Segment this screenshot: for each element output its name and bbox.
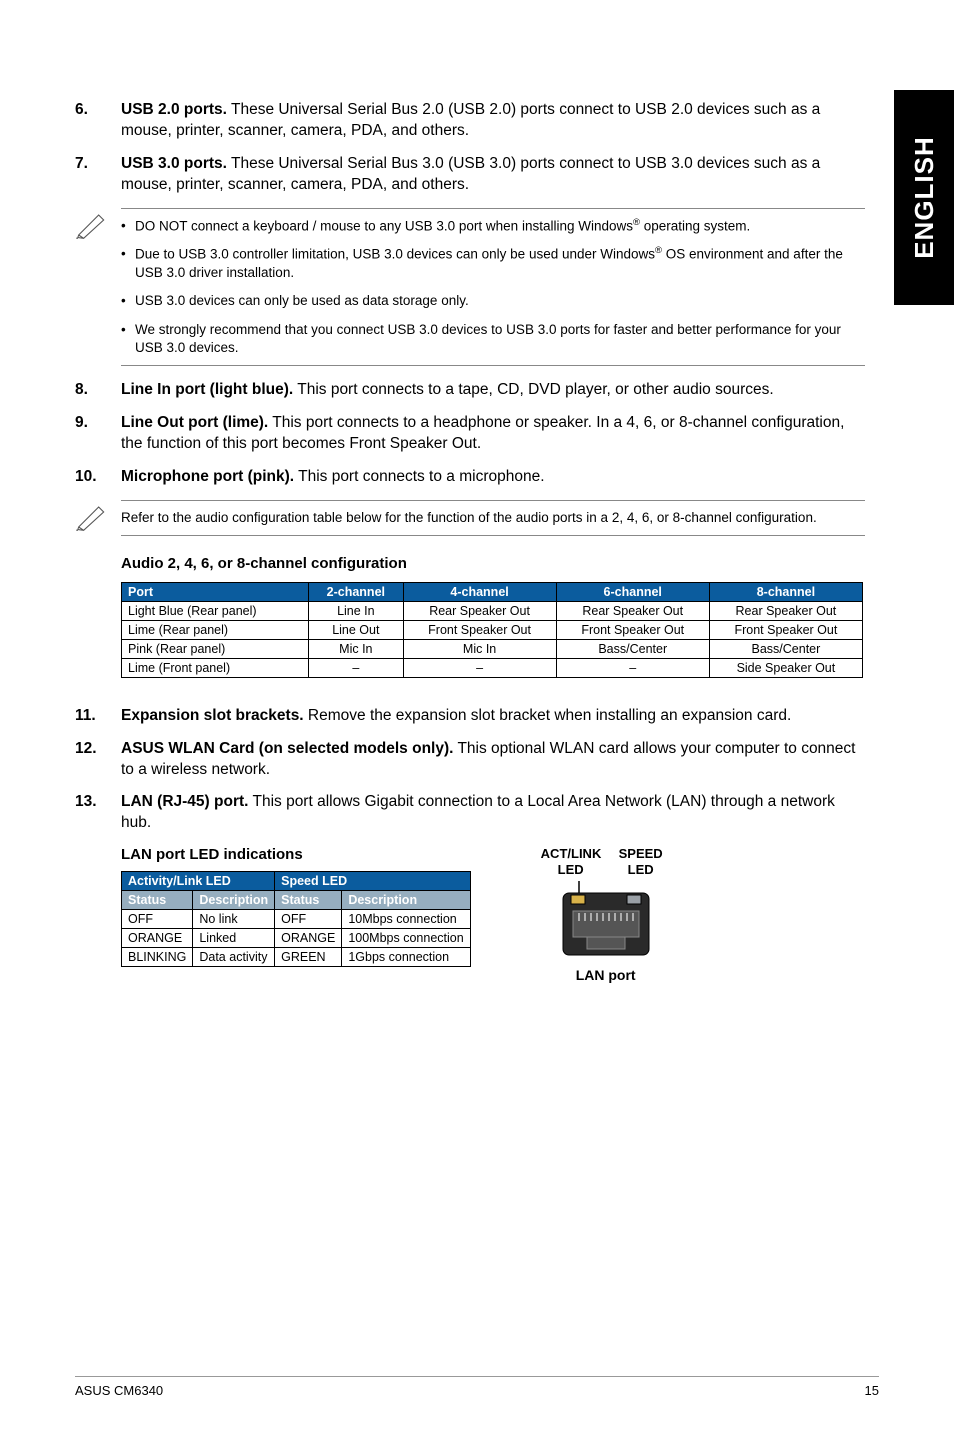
lan-section: LAN port LED indications Activity/Link L… — [121, 846, 865, 984]
note-bullet: DO NOT connect a keyboard / mouse to any… — [121, 217, 865, 236]
lan-port-label: LAN port — [541, 967, 671, 984]
item-text: ASUS WLAN Card (on selected models only)… — [121, 739, 865, 781]
item-number: 7. — [75, 154, 121, 196]
table-group-row: Activity/Link LED Speed LED — [122, 872, 471, 891]
note-body: Refer to the audio configuration table b… — [121, 500, 865, 536]
table-row: Light Blue (Rear panel)Line InRear Speak… — [122, 601, 863, 620]
item-text: USB 2.0 ports. These Universal Serial Bu… — [121, 100, 865, 142]
col-port: Port — [122, 582, 309, 601]
item-number: 6. — [75, 100, 121, 142]
item-body: This port connects to a microphone. — [294, 468, 544, 485]
item-text: Line In port (light blue). This port con… — [121, 380, 865, 401]
lan-table-heading: LAN port LED indications — [121, 846, 471, 863]
pencil-note-icon — [75, 500, 121, 537]
table-row: BLINKINGData activityGREEN1Gbps connecti… — [122, 948, 471, 967]
list-item-6: 6. USB 2.0 ports. These Universal Serial… — [75, 100, 865, 142]
footer-model: ASUS CM6340 — [75, 1383, 163, 1398]
col-2ch: 2-channel — [309, 582, 403, 601]
col-6ch: 6-channel — [556, 582, 709, 601]
reg-mark: ® — [655, 245, 662, 256]
item-lead: USB 2.0 ports. — [121, 101, 227, 118]
audio-table-heading: Audio 2, 4, 6, or 8-channel configuratio… — [121, 555, 865, 572]
item-number: 12. — [75, 739, 121, 781]
item-number: 9. — [75, 413, 121, 455]
list-item-13: 13. LAN (RJ-45) port. This port allows G… — [75, 792, 865, 834]
item-number: 8. — [75, 380, 121, 401]
list-item-11: 11. Expansion slot brackets. Remove the … — [75, 706, 865, 727]
table-header-row: Status Description Status Description — [122, 891, 471, 910]
footer-page-number: 15 — [865, 1383, 879, 1398]
item-lead: LAN (RJ-45) port. — [121, 793, 248, 810]
item-lead: Line Out port (lime). — [121, 414, 268, 431]
page-footer: ASUS CM6340 15 — [75, 1376, 879, 1398]
item-number: 13. — [75, 792, 121, 834]
act-link-led-label: ACT/LINK LED — [541, 846, 601, 877]
speed-led-label: SPEED LED — [611, 846, 671, 877]
side-language-label: ENGLISH — [909, 136, 940, 259]
item-text: Expansion slot brackets. Remove the expa… — [121, 706, 865, 727]
item-body: Remove the expansion slot bracket when i… — [304, 707, 792, 724]
note-bullet: Due to USB 3.0 controller limitation, US… — [121, 245, 865, 282]
table-row: Lime (Front panel)–––Side Speaker Out — [122, 658, 863, 677]
item-text: Microphone port (pink). This port connec… — [121, 467, 865, 488]
col-4ch: 4-channel — [403, 582, 556, 601]
item-number: 10. — [75, 467, 121, 488]
item-lead: Microphone port (pink). — [121, 468, 294, 485]
rj45-port-icon — [551, 881, 661, 961]
note-paragraph: Refer to the audio configuration table b… — [121, 509, 865, 527]
lan-led-table: Activity/Link LED Speed LED Status Descr… — [121, 871, 471, 967]
table-row: Pink (Rear panel)Mic InMic InBass/Center… — [122, 639, 863, 658]
list-item-7: 7. USB 3.0 ports. These Universal Serial… — [75, 154, 865, 196]
list-item-10: 10. Microphone port (pink). This port co… — [75, 467, 865, 488]
table-header-row: Port 2-channel 4-channel 6-channel 8-cha… — [122, 582, 863, 601]
note-bullet: USB 3.0 devices can only be used as data… — [121, 292, 865, 310]
lan-port-diagram: ACT/LINK LED SPEED LED LAN port — [541, 846, 671, 984]
list-item-8: 8. Line In port (light blue). This port … — [75, 380, 865, 401]
reg-mark: ® — [633, 217, 640, 228]
item-lead: Expansion slot brackets. — [121, 707, 304, 724]
note-bullet: We strongly recommend that you connect U… — [121, 321, 865, 357]
table-row: OFFNo linkOFF10Mbps connection — [122, 910, 471, 929]
item-number: 11. — [75, 706, 121, 727]
pencil-note-icon — [75, 208, 121, 245]
table-row: ORANGELinkedORANGE100Mbps connection — [122, 929, 471, 948]
col-8ch: 8-channel — [709, 582, 862, 601]
list-item-9: 9. Line Out port (lime). This port conne… — [75, 413, 865, 455]
audio-config-table: Port 2-channel 4-channel 6-channel 8-cha… — [121, 582, 863, 678]
note-block-usb3: DO NOT connect a keyboard / mouse to any… — [75, 208, 865, 366]
group-speed: Speed LED — [275, 872, 471, 891]
item-text: Line Out port (lime). This port connects… — [121, 413, 865, 455]
table-row: Lime (Rear panel)Line OutFront Speaker O… — [122, 620, 863, 639]
item-text: LAN (RJ-45) port. This port allows Gigab… — [121, 792, 865, 834]
item-lead: USB 3.0 ports. — [121, 155, 227, 172]
item-lead: Line In port (light blue). — [121, 381, 293, 398]
note-block-audio: Refer to the audio configuration table b… — [75, 500, 865, 537]
item-lead: ASUS WLAN Card (on selected models only)… — [121, 740, 453, 757]
item-text: USB 3.0 ports. These Universal Serial Bu… — [121, 154, 865, 196]
group-activity: Activity/Link LED — [122, 872, 275, 891]
note-body: DO NOT connect a keyboard / mouse to any… — [121, 208, 865, 366]
side-language-tab: ENGLISH — [894, 90, 954, 305]
list-item-12: 12. ASUS WLAN Card (on selected models o… — [75, 739, 865, 781]
page-content: 6. USB 2.0 ports. These Universal Serial… — [75, 100, 865, 984]
item-body: This port connects to a tape, CD, DVD pl… — [293, 381, 773, 398]
